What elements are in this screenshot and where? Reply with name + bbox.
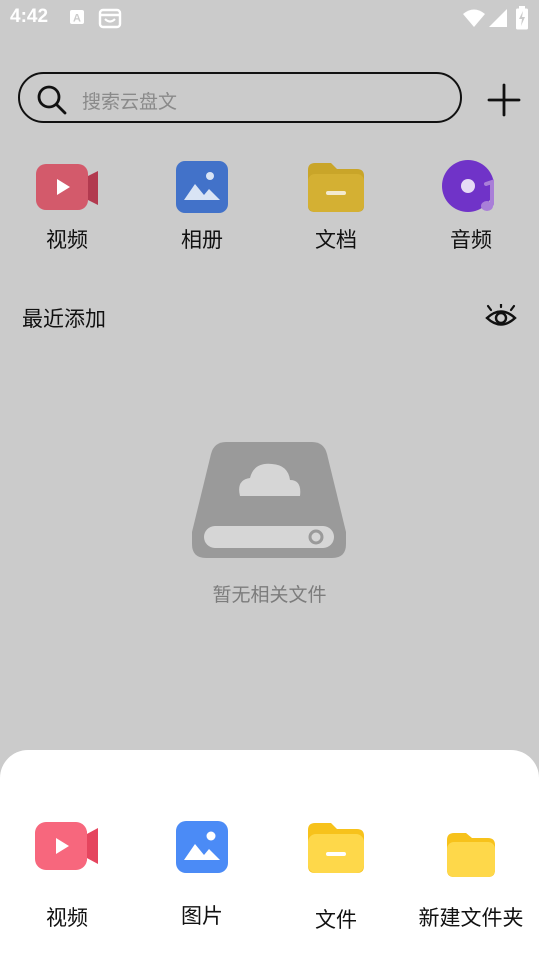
document-folder-icon: [308, 163, 364, 212]
wifi-icon: [463, 9, 485, 27]
app-screen: 4:42 A 搜索云盘文 视频 相册 文档 音频 最近添加 暂无相关文件 视频 …: [0, 0, 539, 958]
sheet-item-label: 图片: [181, 904, 223, 928]
sheet-item-new-folder[interactable]: 新建文件夹: [410, 832, 532, 932]
search-icon: [37, 85, 67, 115]
svg-text:A: A: [73, 13, 81, 25]
empty-state-text: 暂无相关文件: [212, 584, 327, 606]
notification-box-icon: [98, 8, 122, 29]
category-label: 相册: [181, 228, 223, 252]
sheet-item-label: 视频: [46, 906, 88, 930]
sheet-item-label: 文件: [315, 908, 357, 932]
new-folder-icon: [447, 833, 495, 877]
audio-disc-icon: [442, 160, 494, 212]
category-label: 音频: [450, 228, 492, 252]
keyboard-a-icon: A: [70, 10, 84, 25]
search-input[interactable]: 搜索云盘文: [82, 87, 177, 114]
category-audio[interactable]: 音频: [416, 160, 526, 254]
sheet-item-label: 新建文件夹: [418, 906, 524, 930]
category-label: 视频: [46, 228, 88, 252]
category-label: 文档: [315, 228, 357, 252]
image-icon: [176, 821, 228, 873]
search-box[interactable]: 搜索云盘文: [18, 72, 462, 123]
category-video[interactable]: 视频: [12, 160, 122, 254]
video-icon: [36, 164, 98, 210]
photo-album-icon: [176, 161, 228, 213]
category-document[interactable]: 文档: [281, 160, 391, 254]
sheet-item-file[interactable]: 文件: [281, 822, 391, 934]
bottom-sheet: 视频 图片 文件 新建文件夹: [0, 750, 539, 958]
category-album[interactable]: 相册: [147, 160, 257, 254]
file-folder-icon: [308, 823, 364, 873]
recent-title: 最近添加: [22, 307, 106, 331]
signal-icon: [489, 9, 507, 27]
battery-charging-icon: [516, 6, 528, 30]
sheet-item-image[interactable]: 图片: [147, 820, 257, 930]
status-bar: 4:42 A: [0, 0, 539, 36]
empty-drive-icon: [192, 442, 346, 558]
add-icon[interactable]: [486, 82, 522, 118]
eye-icon[interactable]: [485, 304, 517, 332]
status-time: 4:42: [10, 6, 49, 27]
video-icon: [35, 822, 98, 870]
sheet-item-video[interactable]: 视频: [12, 822, 122, 932]
